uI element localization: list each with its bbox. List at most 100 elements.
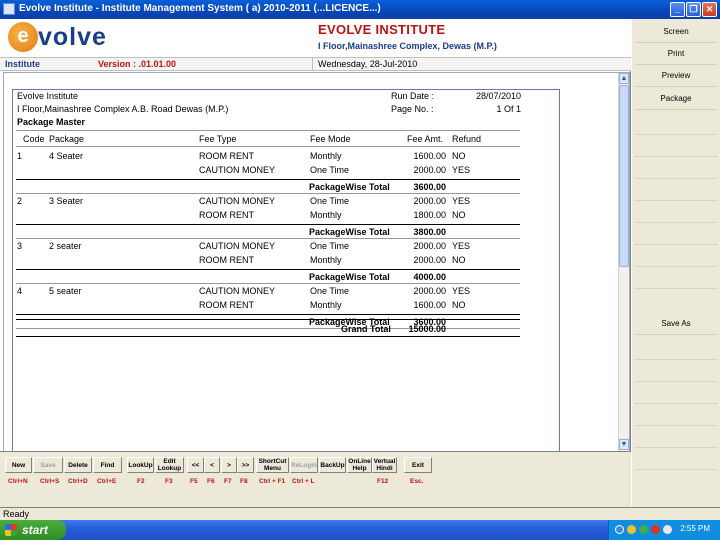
online-help-button[interactable]: OnLine Help <box>347 457 372 473</box>
package-button[interactable]: Package <box>635 88 717 110</box>
package-name: 4 Seater <box>49 151 84 161</box>
refund-cell: YES <box>452 196 471 206</box>
new-button[interactable]: New <box>5 457 32 473</box>
fee-mode-cell: One Time <box>310 286 350 296</box>
preview-button[interactable]: Preview <box>635 65 717 87</box>
fee-type-cell: CAUTION MONEY <box>199 196 276 206</box>
refund-cell: YES <box>452 241 471 251</box>
fee-type-cell: CAUTION MONEY <box>199 165 276 175</box>
package-total-value: 4000.00 <box>413 272 446 282</box>
divider <box>312 58 313 71</box>
group-total-line <box>16 314 520 315</box>
columns-divider <box>16 146 520 147</box>
first-button[interactable]: << <box>187 457 204 473</box>
page-no-value: 1 Of 1 <box>496 104 521 114</box>
status-bar: Ready <box>0 507 720 520</box>
fee-type-cell: ROOM RENT <box>199 151 254 161</box>
lookup-button[interactable]: LookUp <box>127 457 154 473</box>
save-as-button[interactable]: Save As <box>635 313 717 335</box>
institute-name: EVOLVE INSTITUTE <box>318 22 446 37</box>
taskbar: start 2:55 PM <box>0 520 720 540</box>
window-title: Evolve Institute - Institute Management … <box>19 3 381 14</box>
panel-divider <box>635 425 717 426</box>
report-title: Package Master <box>17 117 86 127</box>
start-button[interactable]: start <box>0 520 66 540</box>
last-button[interactable]: >> <box>237 457 254 473</box>
fee-type-cell: ROOM RENT <box>199 255 254 265</box>
group-total-line <box>16 179 520 180</box>
next-button[interactable]: > <box>221 457 237 473</box>
vertical-scrollbar[interactable]: ▲ ▼ <box>618 73 629 451</box>
bluetooth-icon[interactable] <box>615 525 624 534</box>
panel-divider <box>635 288 717 289</box>
scroll-down-icon[interactable]: ▼ <box>619 439 629 450</box>
clock: 2:55 PM <box>680 524 710 533</box>
status-text: Ready <box>3 509 30 519</box>
network-icon[interactable] <box>639 525 648 534</box>
last-shortcut: F8 <box>240 478 248 485</box>
lookup-shortcut: F2 <box>137 478 145 485</box>
grand-total-value: 15000.00 <box>408 324 446 334</box>
find-button[interactable]: Find <box>93 457 122 473</box>
title-bar[interactable]: Evolve Institute - Institute Management … <box>0 0 720 19</box>
exit-button[interactable]: Exit <box>404 457 432 473</box>
panel-divider <box>635 381 717 382</box>
panel-divider <box>635 178 717 179</box>
fee-mode-cell: One Time <box>310 241 350 251</box>
fee-mode-cell: Monthly <box>310 255 342 265</box>
col-code: Code <box>23 134 45 144</box>
scroll-up-icon[interactable]: ▲ <box>619 73 629 84</box>
panel-divider <box>635 156 717 157</box>
print-button[interactable]: Print <box>635 43 717 65</box>
minimize-button[interactable]: _ <box>670 2 685 17</box>
panel-divider <box>635 469 717 470</box>
group-divider <box>16 193 520 194</box>
panel-divider <box>635 200 717 201</box>
volume-icon[interactable] <box>663 525 672 534</box>
col-fee-type: Fee Type <box>199 134 237 144</box>
package-name: 3 Seater <box>49 196 84 206</box>
package-code: 1 <box>17 151 23 161</box>
new-shortcut: Ctrl+N <box>8 478 28 485</box>
scroll-thumb[interactable] <box>619 85 629 267</box>
fee-amount-cell: 1600.00 <box>413 151 446 161</box>
page-no-label: Page No. : <box>391 104 434 114</box>
screen-button[interactable]: Screen <box>635 21 717 43</box>
close-button[interactable]: ✕ <box>702 2 717 17</box>
shortcut-menu-button[interactable]: ShortCut Menu <box>256 457 289 473</box>
relogin-button[interactable]: ReLogin <box>290 457 318 473</box>
institute-address: I Floor,Mainashree Complex, Dewas (M.P.) <box>318 41 497 51</box>
group-total-line <box>16 224 520 225</box>
exit-shortcut: Esc. <box>410 478 424 485</box>
start-label: start <box>22 523 49 537</box>
edit-lookup-button[interactable]: Edit Lookup <box>155 457 184 473</box>
security-icon[interactable] <box>627 525 636 534</box>
prev-button[interactable]: < <box>204 457 220 473</box>
virtual-hindi-button[interactable]: Vertual Hindi <box>372 457 397 473</box>
package-total-value: 3800.00 <box>413 227 446 237</box>
package-code: 3 <box>17 241 23 251</box>
grand-total-label: Grand Total <box>341 324 391 334</box>
restore-button[interactable]: ❐ <box>686 2 701 17</box>
fee-mode-cell: Monthly <box>310 300 342 310</box>
next-shortcut: F7 <box>224 478 232 485</box>
save-button[interactable]: Save <box>33 457 63 473</box>
panel-divider <box>635 403 717 404</box>
report-page: Evolve Institute I Floor,Mainashree Comp… <box>12 89 560 453</box>
fee-mode-cell: One Time <box>310 196 350 206</box>
right-panel: Screen Print Preview Package Save As <box>631 19 720 507</box>
fee-mode-cell: One Time <box>310 165 350 175</box>
refund-cell: NO <box>452 300 466 310</box>
windows-logo-icon <box>5 524 17 536</box>
shortcut-menu-shortcut: Ctrl + F1 <box>259 478 286 485</box>
fee-amount-cell: 2000.00 <box>413 196 446 206</box>
delete-button[interactable]: Delete <box>64 457 92 473</box>
antivirus-icon[interactable] <box>651 525 660 534</box>
panel-divider <box>635 222 717 223</box>
package-total-value: 3600.00 <box>413 182 446 192</box>
prev-shortcut: F6 <box>207 478 215 485</box>
report-viewer[interactable]: Evolve Institute I Floor,Mainashree Comp… <box>3 72 630 453</box>
fee-type-cell: ROOM RENT <box>199 300 254 310</box>
refund-cell: NO <box>452 210 466 220</box>
backup-button[interactable]: BackUp <box>319 457 346 473</box>
